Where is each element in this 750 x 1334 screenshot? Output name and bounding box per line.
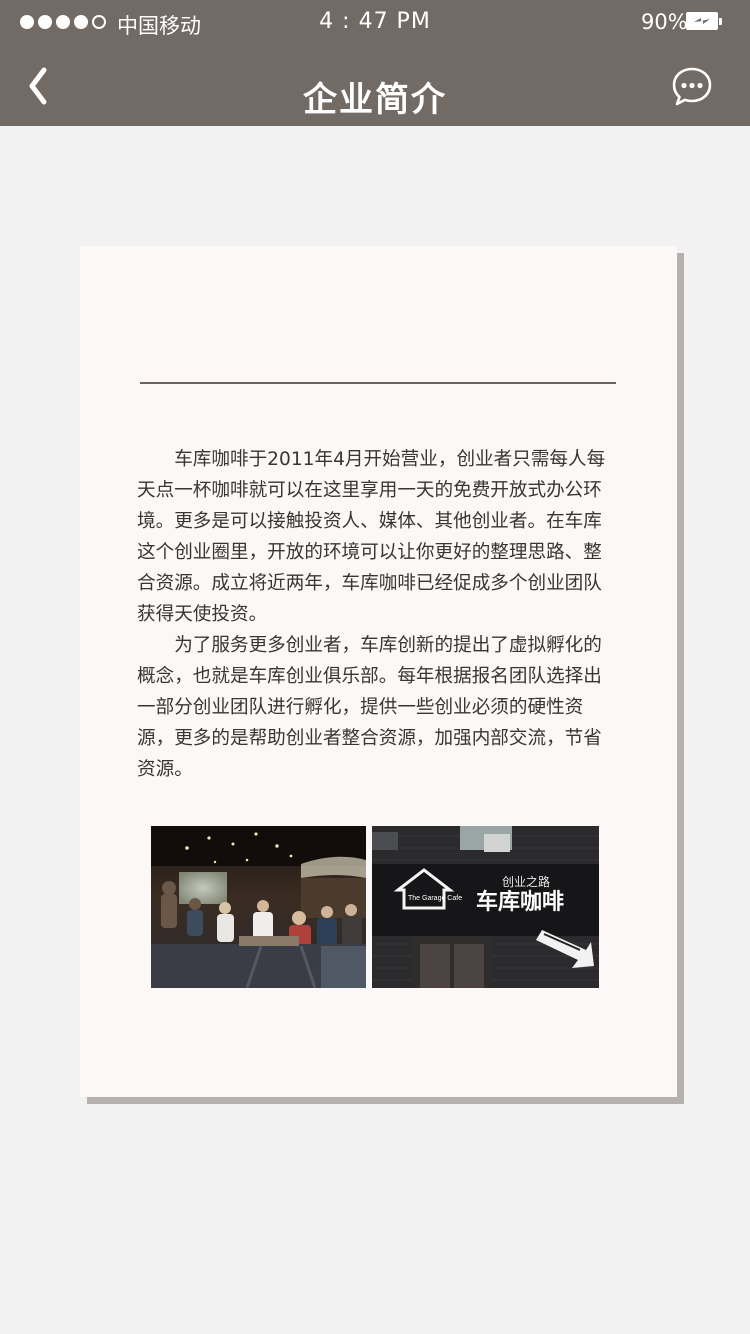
- sign-logo-text: The Garage Cafe: [408, 895, 462, 902]
- intro-paragraph: 为了服务更多创业者，车库创新的提出了虚拟孵化的概念，也就是车库创业俱乐部。每年根…: [137, 635, 602, 780]
- status-bar: 中国移动 4 : 47 PM 90%: [0, 0, 750, 44]
- intro-paragraph: 车库咖啡于2011年4月开始营业，创业者只需每人每天点一杯咖啡就可以在这里享用一…: [137, 449, 606, 625]
- cafe-sign-photo: The Garage Cafe 创业之路 车库咖啡: [372, 826, 599, 988]
- chat-button[interactable]: [671, 66, 713, 108]
- status-time: 4 : 47 PM: [319, 9, 431, 34]
- divider: [140, 382, 616, 384]
- cafe-interior-photo: [151, 826, 366, 988]
- battery-icon: [686, 12, 722, 30]
- header-bar: 中国移动 4 : 47 PM 90% 企业简介: [0, 0, 750, 126]
- intro-text: 车库咖啡于2011年4月开始营业，创业者只需每人每天点一杯咖啡就可以在这里享用一…: [137, 444, 619, 785]
- battery-percent: 90%: [641, 10, 688, 34]
- sign-slogan-text: 创业之路: [502, 874, 550, 889]
- charging-bolt-icon: [694, 18, 710, 24]
- page-title: 企业简介: [303, 80, 447, 120]
- chat-bubble-icon: [672, 67, 712, 106]
- sign-name-text: 车库咖啡: [476, 889, 564, 915]
- company-intro-card: 车库咖啡于2011年4月开始营业，创业者只需每人每天点一杯咖啡就可以在这里享用一…: [80, 246, 677, 1097]
